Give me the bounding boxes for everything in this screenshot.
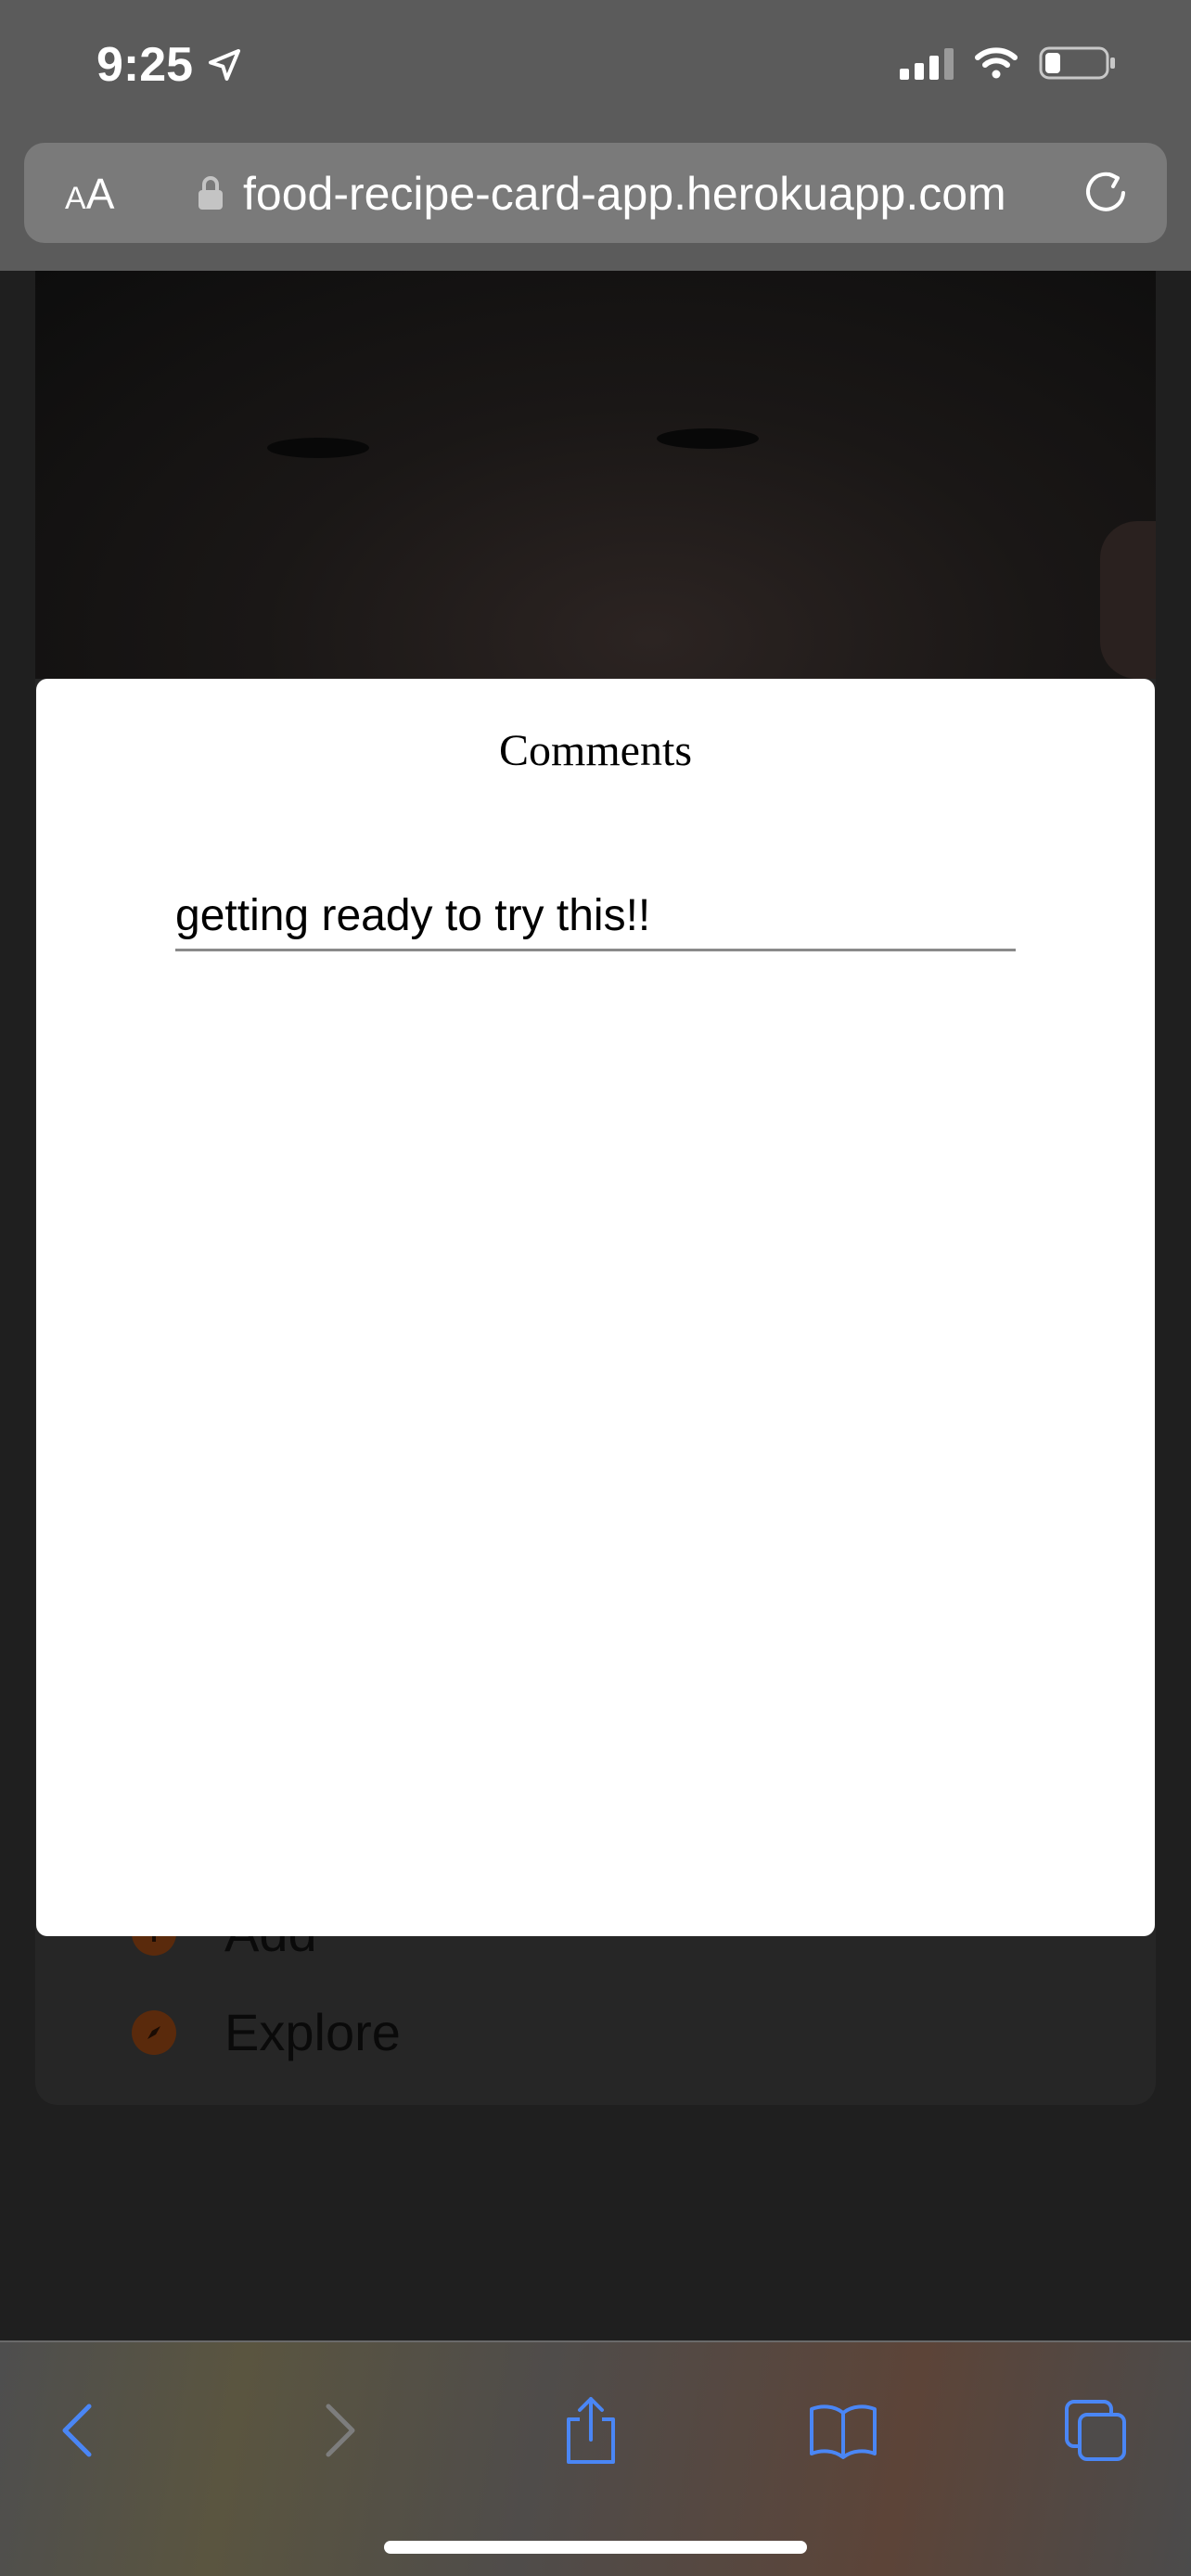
share-button[interactable] <box>549 2389 633 2472</box>
compass-icon <box>132 2009 176 2055</box>
text-size-big-a: A <box>85 170 115 218</box>
comment-input[interactable] <box>175 883 1016 951</box>
status-icons <box>900 45 1117 82</box>
comments-modal: Comments <box>36 679 1155 1936</box>
modal-title: Comments <box>498 726 692 775</box>
location-arrow-icon <box>209 49 241 81</box>
forward-button[interactable] <box>297 2389 380 2472</box>
screen: 9:25 A A food-recipe-card-app.herokuapp.… <box>0 0 1191 2576</box>
cellular-signal-icon <box>900 46 954 80</box>
photo-detail <box>1100 521 1156 679</box>
bookmarks-button[interactable] <box>801 2389 885 2472</box>
profile-photo <box>35 271 1156 679</box>
photo-detail <box>267 438 369 458</box>
share-icon <box>567 2397 615 2464</box>
browser-top-chrome: 9:25 A A food-recipe-card-app.herokuapp.… <box>0 0 1191 271</box>
address-bar[interactable]: A A food-recipe-card-app.herokuapp.com <box>24 143 1167 243</box>
chevron-right-icon <box>326 2404 355 2457</box>
book-icon <box>810 2404 877 2459</box>
status-time: 9:25 <box>96 37 243 93</box>
status-time-text: 9:25 <box>96 38 194 92</box>
text-size-small-a: A <box>65 181 86 216</box>
wifi-icon <box>975 47 1018 79</box>
back-button[interactable] <box>37 2389 121 2472</box>
chevron-left-icon <box>62 2404 92 2457</box>
home-indicator[interactable] <box>384 2541 807 2554</box>
menu-item-explore[interactable]: Explore <box>132 2002 401 2062</box>
tabs-button[interactable] <box>1054 2389 1137 2472</box>
tabs-icon <box>1065 2400 1126 2461</box>
menu-item-label: Explore <box>224 2003 401 2061</box>
photo-detail <box>657 428 759 449</box>
reload-icon[interactable] <box>1082 169 1130 217</box>
text-size-button[interactable]: A A <box>65 169 114 219</box>
battery-icon <box>1039 46 1115 80</box>
lock-icon <box>198 176 223 210</box>
url-text[interactable]: food-recipe-card-app.herokuapp.com <box>243 167 1006 221</box>
